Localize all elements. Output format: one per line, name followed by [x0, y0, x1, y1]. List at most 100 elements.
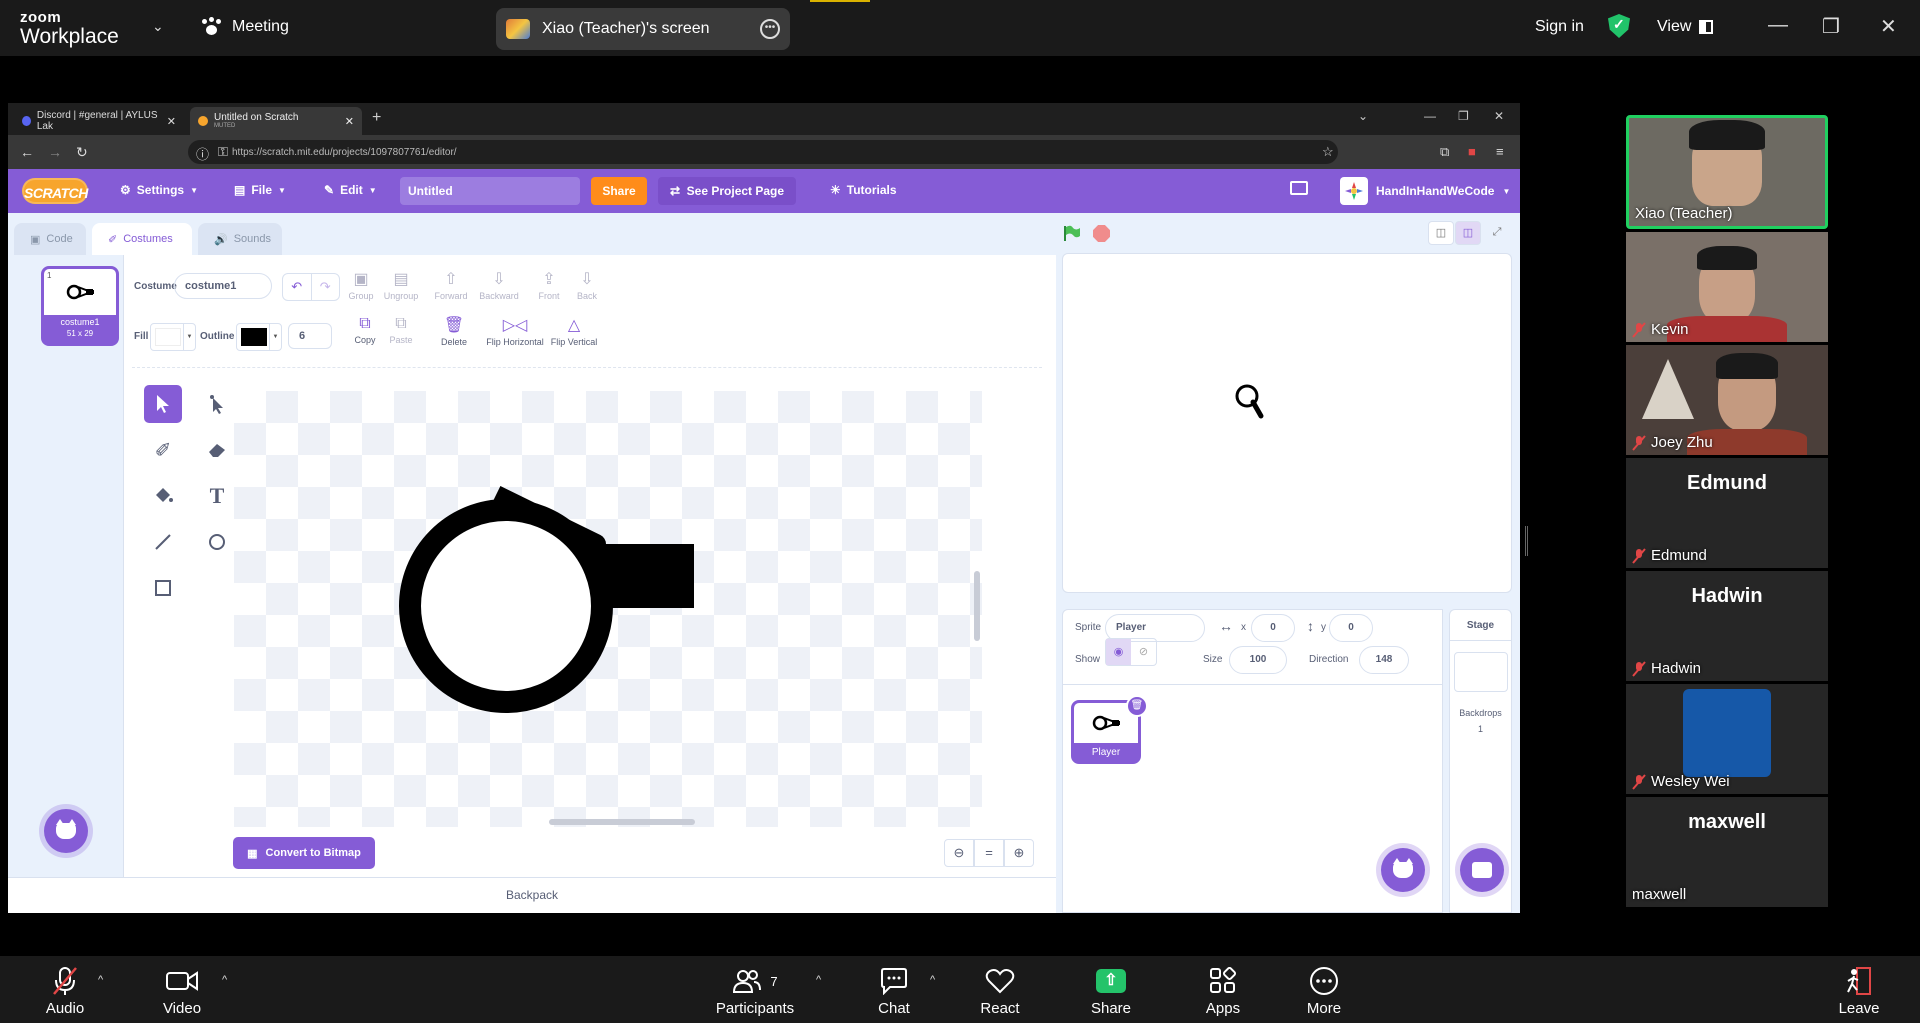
tab-scratch[interactable]: Untitled on Scratch MUTED ✕ — [190, 107, 362, 135]
participant-tile[interactable]: Wesley Wei — [1626, 684, 1828, 794]
green-flag-icon[interactable] — [1063, 225, 1081, 241]
circle-tool[interactable] — [198, 523, 236, 561]
direction-input[interactable]: 148 — [1359, 646, 1409, 674]
video-options-chevron-icon[interactable]: ^ — [222, 974, 227, 986]
zoom-in-button[interactable]: ⊕ — [1004, 839, 1034, 867]
outline-color-picker[interactable]: ▼ — [236, 323, 282, 351]
react-button[interactable]: React — [980, 966, 1020, 1017]
security-shield-icon[interactable] — [1608, 14, 1630, 38]
costume-tile[interactable]: 1 costume1 51 x 29 — [41, 266, 119, 346]
back-icon[interactable]: ← — [20, 144, 34, 160]
reshape-tool[interactable] — [198, 385, 236, 423]
more-options-icon[interactable]: ••• — [760, 19, 780, 39]
tab-costumes[interactable]: ✐ Costumes — [92, 223, 192, 255]
audio-button[interactable]: Audio — [44, 966, 86, 1017]
participant-tile[interactable]: Kevin — [1626, 232, 1828, 342]
site-info-icon[interactable]: ⓘ — [196, 144, 209, 163]
video-button[interactable]: Video — [160, 966, 204, 1017]
back-button[interactable]: ⇩ Back — [562, 269, 612, 301]
see-project-page-button[interactable]: ⇄ See Project Page — [658, 177, 796, 205]
share-button[interactable]: Share — [591, 177, 647, 205]
small-stage-button[interactable]: ◫ — [1428, 221, 1454, 245]
stage-canvas[interactable] — [1062, 253, 1512, 593]
close-icon[interactable]: ✕ — [1880, 14, 1897, 39]
browser-menu-icon[interactable]: ≡ — [1496, 144, 1504, 159]
canvas-vertical-scrollbar[interactable] — [974, 571, 980, 641]
zoom-reset-button[interactable]: = — [974, 839, 1004, 867]
audio-options-chevron-icon[interactable]: ^ — [98, 974, 103, 986]
select-tool[interactable] — [144, 385, 182, 423]
eraser-tool[interactable] — [198, 431, 236, 469]
tab-sounds[interactable]: 🔊 Sounds — [198, 223, 282, 255]
tab-discord[interactable]: Discord | #general | AYLUS Lak ✕ — [14, 107, 184, 135]
forward-icon[interactable]: → — [48, 144, 62, 160]
backdrop-thumbnail[interactable] — [1454, 652, 1508, 692]
participant-tile[interactable]: maxwell maxwell — [1626, 797, 1828, 907]
scratch-logo[interactable]: SCRATCH — [22, 178, 88, 204]
participant-tile[interactable]: Hadwin Hadwin — [1626, 571, 1828, 681]
tab-close-icon[interactable]: ✕ — [345, 115, 354, 128]
browser-restore-icon[interactable]: ❐ — [1458, 109, 1469, 123]
flip-horizontal-button[interactable]: ▷◁ Flip Horizontal — [480, 315, 550, 347]
participant-tile[interactable]: Joey Zhu — [1626, 345, 1828, 455]
paste-button[interactable]: ⧉ Paste — [376, 315, 426, 345]
participant-tile[interactable]: Xiao (Teacher) — [1626, 115, 1828, 229]
leave-button[interactable]: Leave — [1838, 966, 1880, 1017]
browser-close-icon[interactable]: ✕ — [1494, 109, 1504, 123]
participants-button[interactable]: 7 Participants — [714, 966, 796, 1017]
canvas-horizontal-scrollbar[interactable] — [549, 819, 695, 825]
my-stuff-folder-icon[interactable] — [1290, 181, 1308, 195]
chat-options-chevron-icon[interactable]: ^ — [930, 974, 935, 986]
apps-button[interactable]: Apps — [1204, 966, 1242, 1017]
forward-button[interactable]: ⇧ Forward — [426, 269, 476, 301]
fill-tool[interactable] — [144, 477, 182, 515]
extension-badge-icon[interactable]: ■ — [1468, 144, 1476, 159]
tutorials-button[interactable]: ☀ Tutorials — [830, 183, 897, 197]
delete-sprite-icon[interactable]: 🗑 — [1126, 695, 1148, 717]
y-input[interactable]: 0 — [1329, 614, 1373, 642]
reload-icon[interactable]: ↻ — [76, 144, 88, 161]
edit-menu[interactable]: ✎ Edit ▼ — [324, 183, 377, 197]
tab-close-icon[interactable]: ✕ — [167, 115, 176, 128]
project-title-input[interactable]: Untitled — [400, 177, 580, 205]
choose-sprite-button[interactable] — [1381, 848, 1425, 892]
share-screen-button[interactable]: ⇧ Share — [1090, 966, 1132, 1017]
sprite-tile-player[interactable]: Player 🗑 — [1071, 695, 1148, 764]
participants-options-chevron-icon[interactable]: ^ — [816, 974, 821, 986]
delete-button[interactable]: 🗑 Delete — [429, 315, 479, 347]
rectangle-tool[interactable] — [144, 569, 182, 607]
choose-costume-button[interactable] — [44, 809, 88, 853]
flip-vertical-button[interactable]: △ Flip Vertical — [544, 315, 604, 347]
split-drag-handle[interactable] — [1525, 526, 1528, 556]
paint-canvas[interactable] — [234, 391, 982, 827]
fill-color-picker[interactable]: ▼ — [150, 323, 196, 351]
normal-stage-button[interactable]: ◫ — [1455, 221, 1481, 245]
sign-in-link[interactable]: Sign in — [1535, 18, 1584, 36]
chat-button[interactable]: Chat — [874, 966, 914, 1017]
account-menu[interactable]: HandInHandWeCode ▼ — [1340, 177, 1510, 205]
extensions-icon[interactable]: ⧉ — [1440, 144, 1449, 160]
choose-backdrop-button[interactable] — [1460, 848, 1504, 892]
convert-to-bitmap-button[interactable]: ▦ Convert to Bitmap — [233, 837, 375, 869]
view-menu[interactable]: View — [1657, 18, 1714, 36]
redo-icon[interactable]: ↷ — [310, 274, 340, 300]
more-button[interactable]: More — [1304, 966, 1344, 1017]
zoom-out-button[interactable]: ⊖ — [944, 839, 974, 867]
stop-icon[interactable] — [1093, 225, 1110, 242]
eye-open-icon[interactable]: ◉ — [1106, 639, 1131, 665]
bookmark-star-icon[interactable]: ☆ — [1322, 144, 1334, 160]
tab-code[interactable]: ▣ Code — [14, 223, 86, 255]
brush-tool[interactable]: ✐ — [144, 431, 182, 469]
ungroup-button[interactable]: ▤ Ungroup — [376, 269, 426, 301]
new-tab-icon[interactable]: + — [372, 109, 381, 127]
url-field[interactable]: https://scratch.mit.edu/projects/1097807… — [188, 140, 1338, 164]
backpack[interactable]: Backpack — [8, 877, 1056, 913]
size-input[interactable]: 100 — [1229, 646, 1287, 674]
costume-name-input[interactable]: costume1 — [174, 273, 272, 299]
browser-minimize-icon[interactable]: — — [1424, 109, 1436, 123]
screen-share-pill[interactable]: Xiao (Teacher)'s screen ••• — [496, 8, 790, 50]
stage-selector-pane[interactable]: Stage Backdrops 1 — [1449, 609, 1512, 913]
minimize-icon[interactable]: — — [1768, 14, 1788, 37]
fullscreen-button[interactable]: ⤢ — [1484, 221, 1510, 245]
x-input[interactable]: 0 — [1251, 614, 1295, 642]
